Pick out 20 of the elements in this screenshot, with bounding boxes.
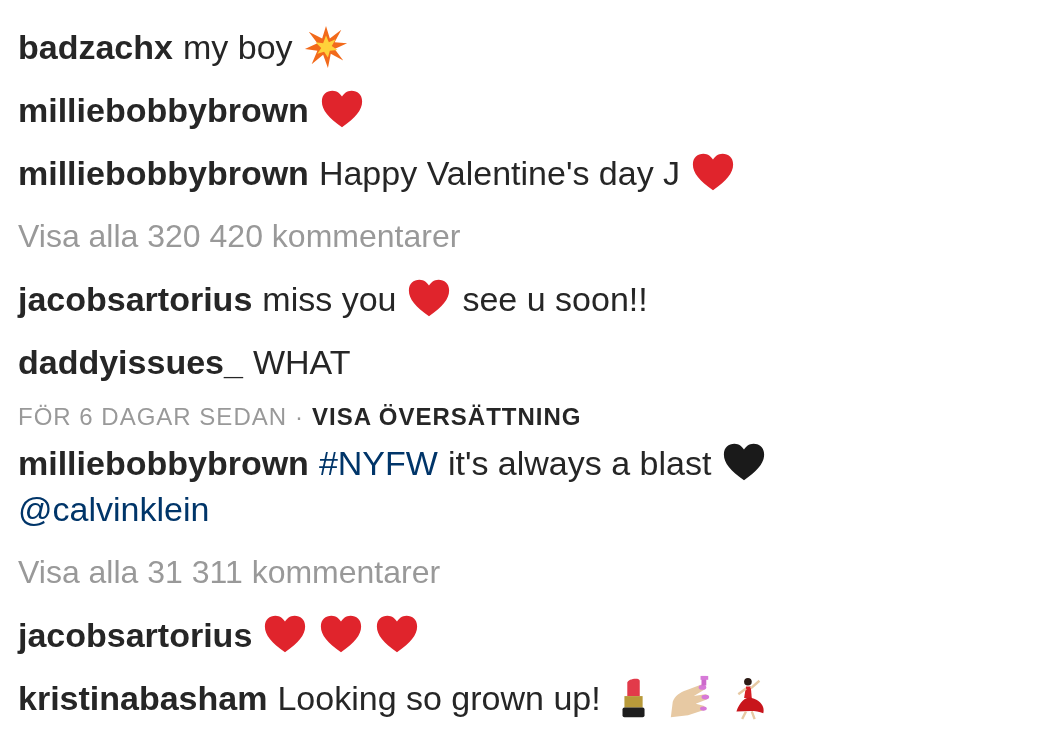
username-link[interactable]: milliebobbybrown xyxy=(18,150,309,196)
username-link[interactable]: jacobsartorius xyxy=(18,612,253,658)
comment-text: WHAT xyxy=(252,342,351,383)
username-link[interactable]: jacobsartorius xyxy=(18,276,253,322)
mention-link[interactable]: @calvinklein xyxy=(18,486,210,532)
translate-link[interactable]: VISA ÖVERSÄTTNING xyxy=(312,402,582,432)
comment-text: my boy xyxy=(182,27,293,68)
separator-dot: · xyxy=(295,402,305,432)
comment-text: it's always a blast xyxy=(447,443,712,484)
username-link[interactable]: daddyissues_ xyxy=(18,339,243,385)
username-link[interactable]: milliebobbybrown xyxy=(18,87,309,133)
hashtag-link[interactable]: #NYFW xyxy=(318,440,438,486)
timestamp: FÖR 6 DAGAR SEDAN xyxy=(18,402,288,432)
comment-text: Happy Valentine's day J xyxy=(318,153,681,194)
comment-text: see u soon!! xyxy=(462,279,648,320)
username-link[interactable]: badzachx xyxy=(18,24,173,70)
username-link[interactable]: kristinabasham xyxy=(18,675,268,721)
comment-text: Looking so grown up! xyxy=(277,678,601,719)
comment-text: miss you xyxy=(262,279,397,320)
username-link[interactable]: milliebobbybrown xyxy=(18,440,309,486)
